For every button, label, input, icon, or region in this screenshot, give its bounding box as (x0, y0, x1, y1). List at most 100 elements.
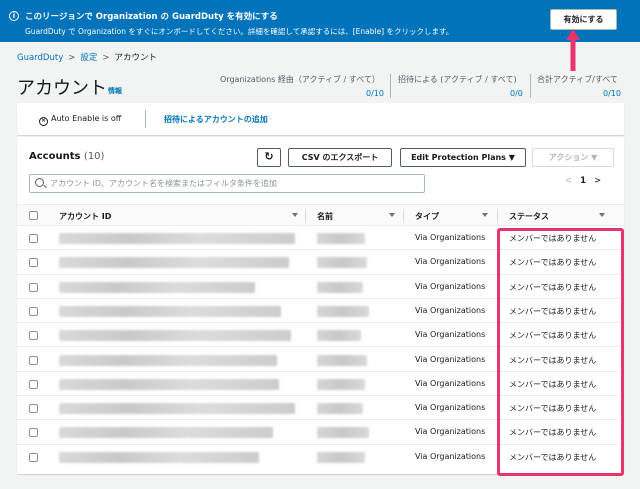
breadcrumb: GuardDuty > 設定 > アカウント (17, 51, 157, 63)
redacted-account-id (59, 257, 289, 269)
table-header-row: アカウント ID 名前 タイプ ステータス (17, 204, 624, 226)
row-checkbox[interactable] (29, 452, 38, 462)
redacted-account-name (317, 378, 365, 390)
x-circle-icon: × (39, 117, 48, 126)
chevron-right-icon: > (102, 53, 110, 63)
pagination: <1 > (565, 176, 601, 186)
account-type: Via Organizations (415, 354, 486, 364)
row-checkbox[interactable] (29, 379, 38, 389)
redacted-account-name (317, 354, 367, 366)
csv-export-button[interactable]: CSV のエクスポート (288, 148, 392, 167)
search-icon (35, 178, 44, 187)
account-type: Via Organizations (415, 233, 486, 242)
redacted-account-id (59, 403, 295, 415)
divider (145, 110, 146, 128)
redacted-account-id (59, 451, 259, 463)
column-divider (497, 210, 498, 222)
previous-page-icon[interactable]: < (565, 176, 572, 186)
row-checkbox[interactable] (29, 258, 38, 268)
sort-icon[interactable] (599, 213, 605, 217)
column-header-status[interactable]: ステータス (509, 211, 549, 222)
column-header-type[interactable]: タイプ (415, 211, 439, 222)
redacted-account-id (59, 354, 277, 366)
sort-icon[interactable] (292, 213, 298, 217)
stat-organizations-value: 0/10 (366, 89, 384, 98)
stat-organizations-label: Organizations 経由（アクティブ / すべて） (220, 75, 380, 84)
row-checkbox[interactable] (29, 282, 38, 292)
edit-protection-plans-button[interactable]: Edit Protection Plans ▼ (400, 148, 526, 167)
enable-button[interactable]: 有効にする (550, 9, 617, 30)
sort-icon[interactable] (482, 213, 488, 217)
row-checkbox[interactable] (29, 355, 38, 365)
redacted-account-name (317, 451, 365, 463)
redacted-account-id (59, 378, 279, 390)
caret-down-icon: ▼ (508, 153, 515, 162)
redacted-account-id (59, 233, 295, 244)
column-divider (305, 210, 306, 222)
redacted-account-name (317, 427, 369, 439)
table-title: Accounts (10) (29, 151, 104, 162)
search-box[interactable] (29, 174, 425, 193)
account-type: Via Organizations (415, 403, 486, 413)
refresh-button[interactable]: ↻ (257, 148, 281, 167)
row-checkbox[interactable] (29, 234, 38, 243)
account-type: Via Organizations (415, 451, 486, 461)
select-all-checkbox[interactable] (29, 211, 38, 220)
stat-invited-label: 招待による (アクティブ / すべて) (398, 75, 517, 84)
refresh-icon: ↻ (264, 150, 274, 163)
search-input[interactable] (50, 176, 420, 191)
stat-total-label: 合計アクティブ/すべて (537, 75, 618, 84)
table-count: (10) (83, 151, 105, 162)
caret-down-icon: ▼ (591, 153, 598, 162)
redacted-account-name (317, 330, 361, 342)
page-title: アカウント (17, 78, 107, 99)
breadcrumb-current: アカウント (114, 53, 157, 63)
account-type: Via Organizations (415, 257, 486, 267)
status-column-highlight (497, 228, 624, 476)
redacted-account-id (59, 330, 291, 342)
account-type: Via Organizations (415, 378, 486, 388)
breadcrumb-settings[interactable]: 設定 (80, 53, 97, 63)
next-page-icon[interactable]: > (594, 176, 601, 186)
account-type: Via Organizations (415, 330, 486, 340)
add-invite-accounts-link[interactable]: 招待によるアカウントの追加 (164, 114, 268, 125)
banner-title: このリージョンで Organization の GuardDuty を有効にする (25, 12, 278, 22)
redacted-account-name (317, 233, 365, 244)
redacted-account-id (59, 427, 273, 439)
banner-description: GuardDuty で Organization をすぐにオンボードしてください… (25, 27, 454, 36)
stat-divider (530, 74, 531, 98)
redacted-account-id (59, 305, 281, 317)
row-checkbox[interactable] (29, 428, 38, 438)
page-number[interactable]: 1 (580, 176, 586, 186)
row-checkbox[interactable] (29, 331, 38, 341)
redacted-account-name (317, 257, 367, 269)
stat-divider (390, 74, 391, 98)
row-checkbox[interactable] (29, 306, 38, 316)
notification-banner: i このリージョンで Organization の GuardDuty を有効に… (0, 0, 640, 42)
account-type: Via Organizations (415, 427, 486, 437)
actions-label: アクション (548, 153, 589, 162)
row-checkbox[interactable] (29, 404, 38, 414)
column-header-account-id[interactable]: アカウント ID (59, 211, 111, 222)
account-type: Via Organizations (415, 305, 486, 315)
chevron-right-icon: > (68, 53, 76, 63)
settings-toolbar: × Auto Enable is off 招待によるアカウントの追加 (17, 103, 624, 135)
table-title-label: Accounts (29, 151, 81, 162)
actions-dropdown[interactable]: アクション ▼ (532, 148, 614, 167)
account-type: Via Organizations (415, 281, 486, 291)
stat-total-value: 0/10 (603, 89, 621, 98)
redacted-account-name (317, 281, 363, 293)
redacted-account-name (317, 305, 369, 317)
column-header-name[interactable]: 名前 (317, 211, 333, 222)
annotation-arrow-icon (566, 29, 580, 71)
info-icon: i (9, 11, 19, 21)
auto-enable-status: × Auto Enable is off (39, 114, 121, 126)
edit-protection-plans-label: Edit Protection Plans (411, 153, 506, 162)
stat-invited-value: 0/0 (510, 89, 523, 98)
info-link[interactable]: 情報 (108, 86, 122, 96)
breadcrumb-guardduty[interactable]: GuardDuty (17, 53, 63, 63)
sort-icon[interactable] (389, 213, 395, 217)
column-divider (403, 210, 404, 222)
redacted-account-name (317, 403, 363, 415)
auto-enable-label: Auto Enable is off (51, 114, 122, 123)
